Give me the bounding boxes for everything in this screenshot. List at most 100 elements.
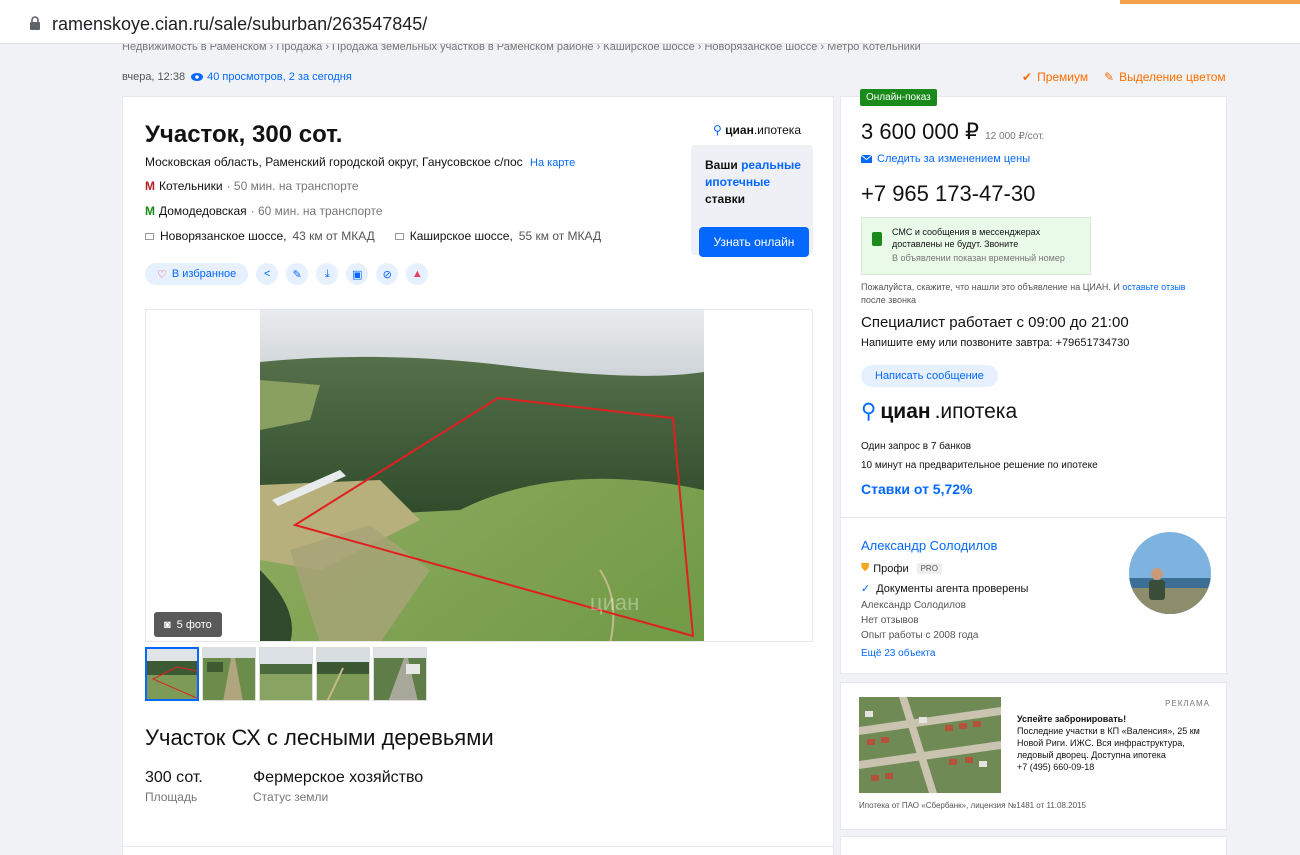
photo-count-text: 5 фото <box>176 618 212 631</box>
sms-warning: СМС и сообщения в мессенджерах доставлен… <box>861 217 1091 275</box>
agent-name[interactable]: Александр Солодилов <box>861 538 997 553</box>
leave-review-link[interactable]: оставьте отзыв <box>1122 282 1185 292</box>
ad-image[interactable] <box>859 697 1001 793</box>
mortgage-widget: ⚲ циан.ипотека Ваши реальные ипотечные с… <box>691 123 813 257</box>
highway-name: Новорязанское шоссе, <box>160 229 287 243</box>
address-text: Московская область, Раменский городской … <box>145 155 523 169</box>
camera-icon: ◙ <box>164 618 171 631</box>
feedback-request: Пожалуйста, скажите, что нашли это объяв… <box>861 281 1201 307</box>
download-icon: ⤓ <box>324 267 330 280</box>
pencil-icon: ✎ <box>292 268 302 281</box>
breadcrumb[interactable]: Недвижимость в Раменском › Продажа › Про… <box>122 44 962 56</box>
agent-info-line: Александр Солодилов <box>861 600 966 611</box>
premium-icon: ✔ <box>1022 70 1033 84</box>
views-link[interactable]: 40 просмотров, 2 за сегодня <box>191 71 352 83</box>
highway-icon <box>394 232 404 240</box>
shield-icon: ⛊ <box>861 562 870 574</box>
ad-headline: Успейте забронировать! <box>1017 714 1127 724</box>
cian-mortgage-logo-large[interactable]: ⚲ циан .ипотека <box>861 399 1017 424</box>
ad-text: Успейте забронировать! Последние участки… <box>1017 713 1213 773</box>
price: 3 600 000 ₽ 12 000 ₽/сот. <box>861 119 1044 145</box>
ad-disclaimer: Ипотека от ПАО «Сбербанк», лицензия №148… <box>859 801 1086 810</box>
mortgage-text-3: ставки <box>705 192 745 206</box>
metro-item[interactable]: M Домодедовская · 60 мин. на транспорте <box>145 204 383 218</box>
highway-icon <box>145 232 154 240</box>
listing-card-continued <box>122 846 834 855</box>
avatar[interactable] <box>1129 532 1211 614</box>
price-per-unit: 12 000 ₽/сот. <box>985 131 1045 142</box>
premium-link[interactable]: ✔ Премиум <box>1022 70 1088 84</box>
photo-thumbnail[interactable] <box>316 647 370 701</box>
agent-info-line: Нет отзывов <box>861 615 919 626</box>
feedback-text-end: после звонка <box>861 295 917 305</box>
price-value: 3 600 000 ₽ <box>861 119 979 144</box>
report-button[interactable]: ▲ <box>406 263 429 285</box>
sms-temp-number-text: В объявлении показан временный номер <box>892 253 1065 263</box>
cian-mortgage-logo: ⚲ циан.ипотека <box>691 123 813 137</box>
photo-thumbnail[interactable] <box>145 647 199 701</box>
browser-address-bar[interactable]: ramenskoye.cian.ru/sale/suburban/2635478… <box>0 4 1300 44</box>
phone-icon <box>872 232 882 246</box>
advertisement[interactable]: РЕКЛАМА Успейте забронировать! Последние… <box>840 682 1227 830</box>
cian-pin-icon: ⚲ <box>713 123 722 137</box>
url-text[interactable]: ramenskoye.cian.ru/sale/suburban/2635478… <box>52 14 427 35</box>
phone-number[interactable]: +7 965 173-47-30 <box>861 181 1035 207</box>
listing-subtitle: Участок СХ с лесными деревьями <box>145 725 494 750</box>
share-button[interactable]: < <box>256 263 279 285</box>
photo-thumbnail[interactable] <box>202 647 256 701</box>
follow-price-label: Следить за изменением цены <box>877 153 1031 165</box>
mortgage-line: Один запрос в 7 банков <box>861 441 972 452</box>
photo-gallery[interactable]: циан ◙ 5 фото <box>145 309 813 642</box>
agent-more-objects-link[interactable]: Ещё 23 объекта <box>861 648 935 659</box>
metro-icon: M <box>145 179 155 193</box>
agent-info-line: Опыт работы с 2008 года <box>861 630 979 641</box>
download-button[interactable]: ⤓ <box>316 263 339 285</box>
hide-button[interactable]: ⊘ <box>376 263 399 285</box>
photo-count-badge[interactable]: ◙ 5 фото <box>154 612 222 637</box>
feature-label: Статус земли <box>253 790 329 804</box>
hide-icon: ⊘ <box>382 268 392 281</box>
highways: Новорязанское шоссе, 43 км от МКАД Кашир… <box>145 229 601 243</box>
print-icon: ▣ <box>352 268 363 281</box>
pro-badge: PRO <box>916 563 942 574</box>
listing-meta: вчера, 12:38 40 просмотров, 2 за сегодня <box>122 71 352 83</box>
edit-note-button[interactable]: ✎ <box>286 263 309 285</box>
photo-thumbnail[interactable] <box>259 647 313 701</box>
metro-station: Домодедовская <box>159 204 247 218</box>
ad-body: Последние участки в КП «Валенсия», 25 км… <box>1017 726 1200 760</box>
verified-label: Документы агента проверены <box>876 582 1029 595</box>
mortgage-online-button[interactable]: Узнать онлайн <box>699 227 809 257</box>
metro-time: · 50 мин. на транспорте <box>226 179 359 193</box>
listing-title: Участок, 300 сот. <box>145 121 343 148</box>
metro-station: Котельники <box>159 179 223 193</box>
feature-value: 300 сот. <box>145 769 203 786</box>
follow-price-link[interactable]: Следить за изменением цены <box>861 153 1030 165</box>
metro-time: · 60 мин. на транспорте <box>250 204 383 218</box>
feature-value: Фермерское хозяйство <box>253 769 424 786</box>
rates-link[interactable]: Ставки от 5,72% <box>861 481 973 497</box>
photo-thumbnail[interactable] <box>373 647 427 701</box>
favorite-button[interactable]: ♡ В избранное <box>145 263 249 285</box>
premium-label: Премиум <box>1037 70 1089 84</box>
highlight-icon: ✎ <box>1104 70 1115 84</box>
sms-warning-text: СМС и сообщения в мессенджерах доставлен… <box>892 227 1041 249</box>
highway-distance: 55 км от МКАД <box>518 229 602 243</box>
mail-icon <box>861 155 872 163</box>
heart-icon: ♡ <box>157 268 167 281</box>
highlight-link[interactable]: ✎ Выделение цветом <box>1104 70 1226 84</box>
metro-item[interactable]: M Котельники · 50 мин. на транспорте <box>145 179 359 193</box>
views-count: 40 просмотров, 2 за сегодня <box>207 71 352 83</box>
main-photo[interactable]: циан <box>260 310 704 642</box>
map-link[interactable]: На карте <box>530 157 575 169</box>
share-icon: < <box>264 268 271 280</box>
favorite-label: В избранное <box>171 268 237 280</box>
online-viewing-badge: Онлайн-показ <box>860 89 937 106</box>
print-button[interactable]: ▣ <box>346 263 369 285</box>
photo-thumbnails <box>145 647 427 701</box>
action-bar: ♡ В избранное < ✎ ⤓ ▣ ⊘ ▲ <box>145 263 429 285</box>
highway-distance: 43 км от МКАД <box>292 229 375 243</box>
listing-card: Участок, 300 сот. Московская область, Ра… <box>122 96 834 848</box>
write-message-button[interactable]: Написать сообщение <box>861 365 998 387</box>
mortgage-panel-text: Ваши реальные ипотечные ставки <box>705 157 805 208</box>
eye-icon <box>191 73 204 81</box>
